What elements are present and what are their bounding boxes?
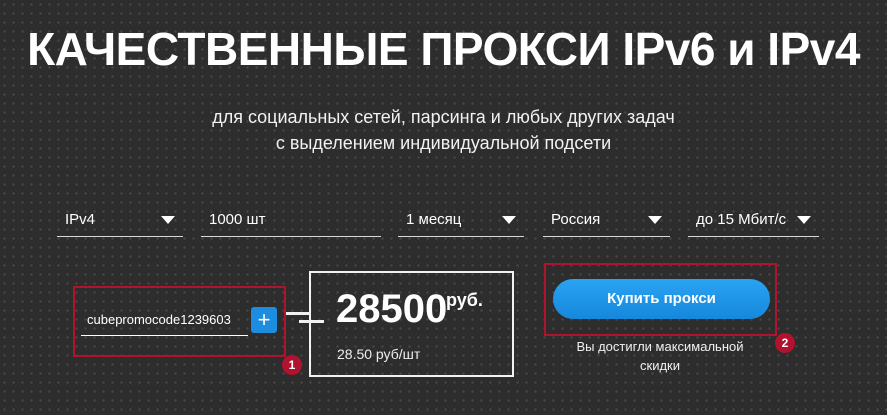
protocol-select[interactable]: IPv4 — [57, 206, 183, 237]
promo-code-input[interactable]: cubepromocode1239603 — [81, 306, 248, 336]
discount-limit-message: Вы достигли максимальной скидки — [540, 337, 780, 375]
period-select[interactable]: 1 месяц — [398, 206, 524, 237]
price-currency: руб. — [446, 290, 483, 310]
quantity-input[interactable]: 1000 шт — [201, 206, 381, 237]
total-price: 28500 — [336, 287, 448, 331]
quantity-input-value: 1000 шт — [209, 211, 266, 228]
connector-line — [286, 312, 311, 315]
protocol-select-value: IPv4 — [65, 211, 96, 228]
speed-select-value: до 15 Мбит/с — [696, 211, 787, 228]
speed-select[interactable]: до 15 Мбит/с — [688, 206, 819, 237]
country-select[interactable]: Россия — [543, 206, 670, 237]
subtitle-line-2: с выделением индивидуальной подсети — [275, 133, 612, 153]
chevron-down-icon — [648, 216, 662, 224]
add-promo-button[interactable]: + — [251, 307, 277, 333]
chevron-down-icon — [797, 216, 811, 224]
annotation-badge-1: 1 — [282, 355, 302, 375]
buy-proxy-button[interactable]: Купить прокси — [553, 279, 770, 319]
chevron-down-icon — [161, 216, 175, 224]
discount-limit-line-2: скидки — [640, 358, 680, 373]
chevron-down-icon — [502, 216, 516, 224]
price-per-unit: 28.50 руб/шт — [337, 346, 421, 362]
discount-limit-line-1: Вы достигли максимальной — [576, 339, 744, 354]
page-title: КАЧЕСТВЕННЫЕ ПРОКСИ IPv6 и IPv4 — [27, 23, 860, 75]
subtitle-line-1: для социальных сетей, парсинга и любых д… — [212, 107, 675, 127]
period-select-value: 1 месяц — [406, 211, 462, 228]
country-select-value: Россия — [551, 211, 601, 228]
